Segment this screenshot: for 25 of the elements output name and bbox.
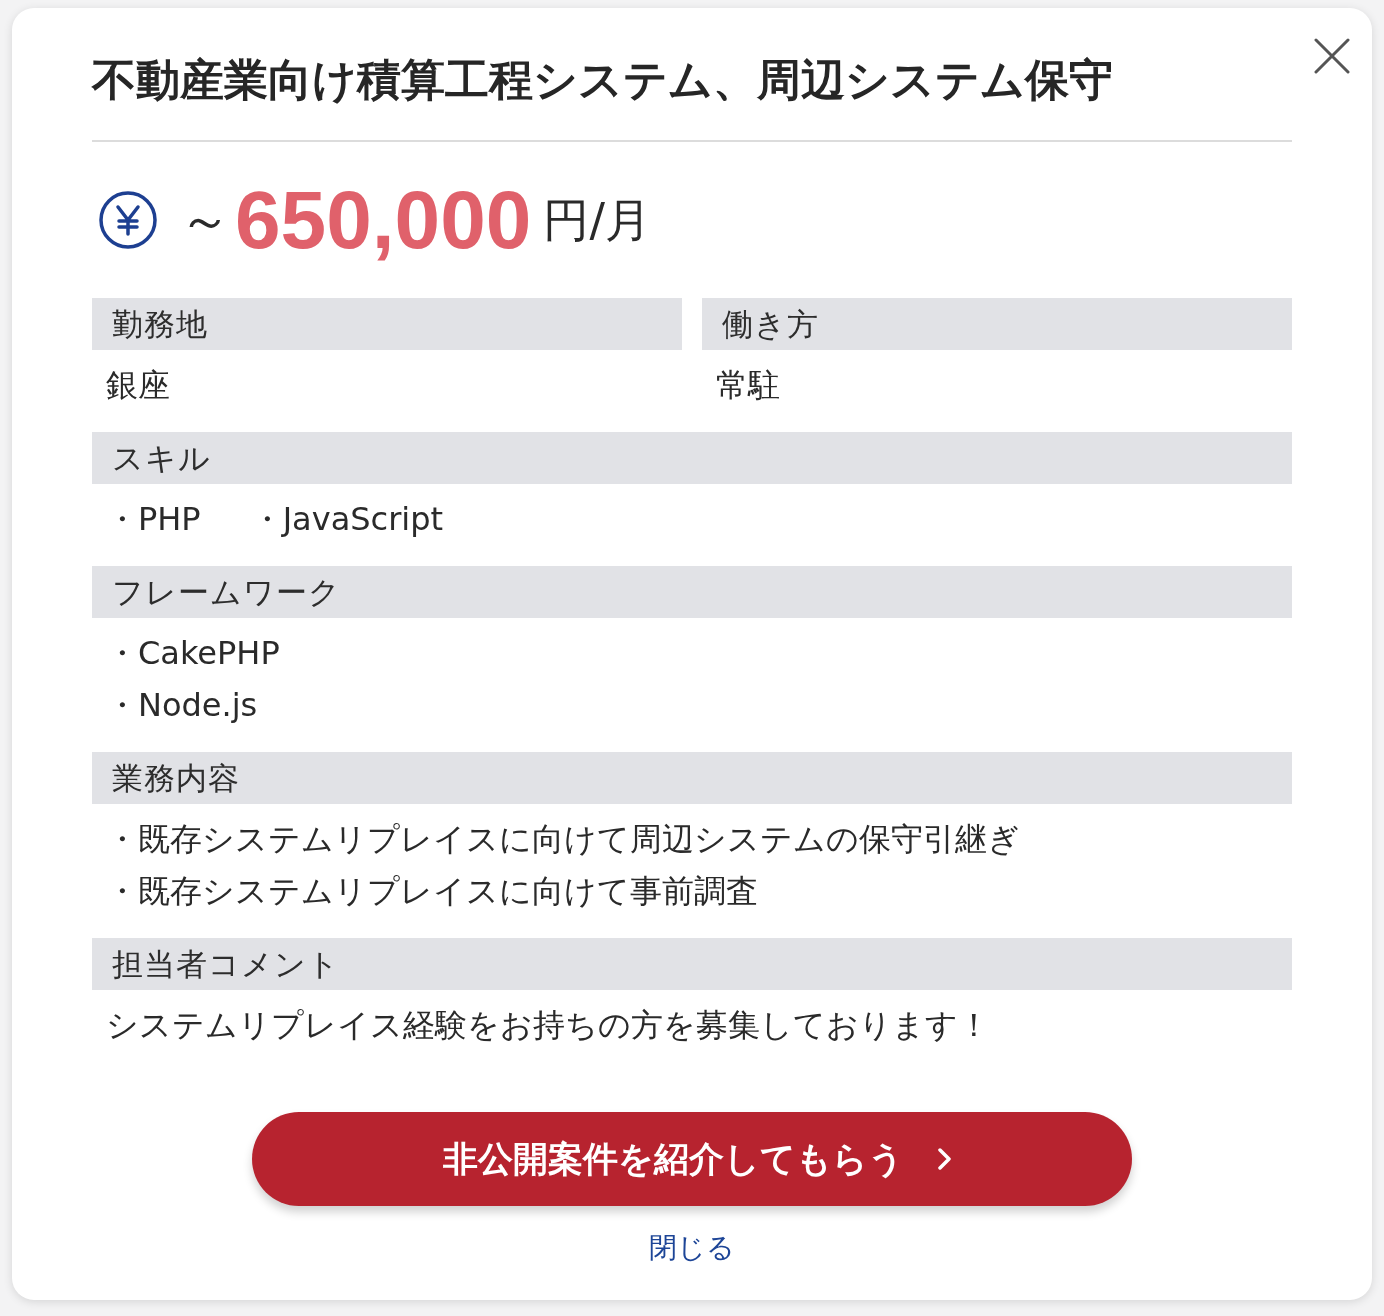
close-button[interactable] xyxy=(1313,37,1351,75)
job-title: 不動産業向け積算工程システム、周辺システム保守 xyxy=(92,53,1113,107)
section-header: 勤務地 xyxy=(92,298,682,350)
list-item: ・JavaScript xyxy=(250,499,444,540)
chevron-right-icon xyxy=(937,1148,952,1170)
salary-prefix: ～ xyxy=(179,190,231,250)
section-header: フレームワーク xyxy=(92,566,1292,618)
yen-icon xyxy=(99,191,157,249)
list-item: ・既存システムリプレイスに向けて事前調査 xyxy=(106,871,758,912)
list-item: ・CakePHP xyxy=(106,633,280,674)
field-value: 常駐 xyxy=(715,365,781,406)
field-value: システムリプレイス経験をお持ちの方を募集しております！ xyxy=(105,1005,991,1046)
list-item: ・PHP xyxy=(106,499,201,540)
salary-unit: 円/月 xyxy=(543,192,651,249)
section-header: スキル xyxy=(92,432,1292,484)
section-header: 業務内容 xyxy=(92,752,1292,804)
close-icon xyxy=(1314,38,1350,74)
close-link[interactable]: 閉じる xyxy=(649,1228,735,1268)
salary-amount: 650,000 xyxy=(235,173,532,267)
section-header: 働き方 xyxy=(702,298,1292,350)
section-header: 担当者コメント xyxy=(92,938,1292,990)
list-item: ・既存システムリプレイスに向けて周辺システムの保守引継ぎ xyxy=(106,819,1020,860)
list-item: ・Node.js xyxy=(106,685,258,726)
cta-button[interactable]: 非公開案件を紹介してもらう xyxy=(252,1112,1132,1206)
field-value: 銀座 xyxy=(105,365,171,406)
